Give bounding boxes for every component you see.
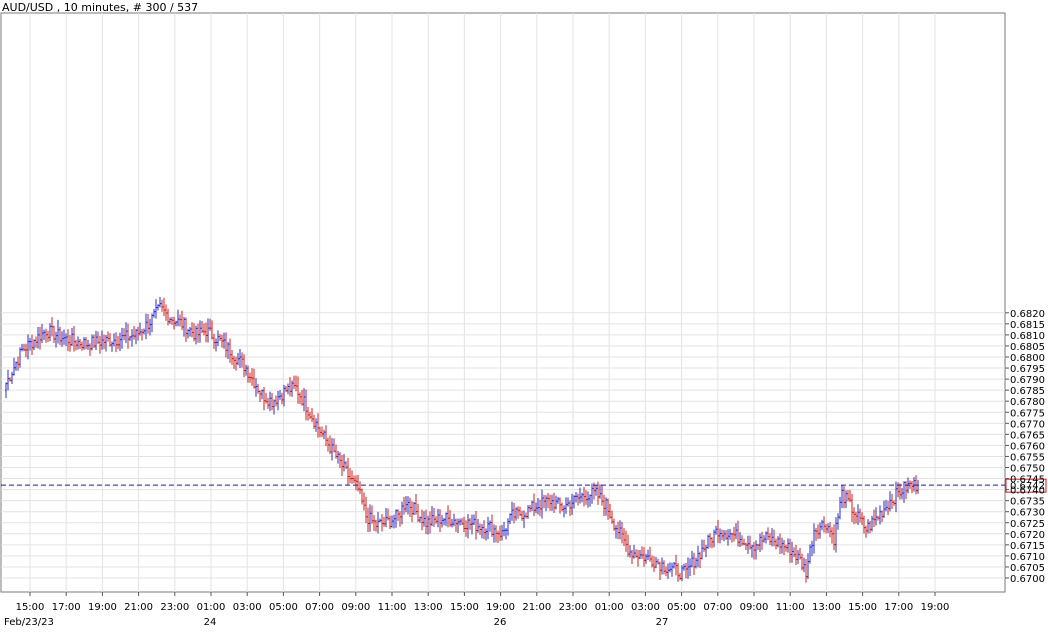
y-tick-label: 0.6750 [1010, 464, 1045, 475]
x-tick-label: 09:00 [740, 602, 769, 613]
y-tick-label: 0.6715 [1010, 541, 1045, 552]
x-tick-label: 17:00 [884, 602, 913, 613]
y-tick-label: 0.6805 [1010, 342, 1045, 353]
chart-window: AUD/USD , 10 minutes, # 300 / 537 0.6742… [0, 0, 1048, 632]
y-tick-label: 0.6730 [1010, 508, 1045, 519]
x-tick-label: 11:00 [378, 602, 407, 613]
y-tick-label: 0.6810 [1010, 331, 1045, 342]
x-tick-label: 01:00 [595, 602, 624, 613]
y-tick-label: 0.6770 [1010, 419, 1045, 430]
date-label: 24 [204, 617, 217, 628]
y-tick-label: 0.6755 [1010, 452, 1045, 463]
y-tick-label: 0.6700 [1010, 574, 1045, 585]
x-tick-label: 23:00 [559, 602, 588, 613]
date-label: 26 [494, 617, 507, 628]
y-tick-label: 0.6760 [1010, 441, 1045, 452]
x-tick-label: 21:00 [522, 602, 551, 613]
y-tick-label: 0.6800 [1010, 353, 1045, 364]
x-tick-label: 21:00 [124, 602, 153, 613]
x-tick-label: 13:00 [812, 602, 841, 613]
chart-title: AUD/USD , 10 minutes, # 300 / 537 [2, 1, 199, 14]
y-tick-label: 0.6820 [1010, 309, 1045, 320]
y-tick-label: 0.6705 [1010, 563, 1045, 574]
x-tick-label: 11:00 [776, 602, 805, 613]
y-tick-label: 0.6780 [1010, 397, 1045, 408]
y-tick-label: 0.6745 [1010, 475, 1045, 486]
x-tick-label: 19:00 [921, 602, 950, 613]
x-tick-label: 15:00 [16, 602, 45, 613]
x-tick-label: 05:00 [667, 602, 696, 613]
x-tick-label: 03:00 [631, 602, 660, 613]
price-axis: 0.67000.67050.67100.67150.67200.67250.67… [1005, 309, 1045, 585]
aud-usd-ohlc-chart[interactable]: 0.6742 0.67000.67050.67100.67150.67200.6… [0, 0, 1048, 632]
x-tick-label: 07:00 [703, 602, 732, 613]
x-tick-label: 17:00 [52, 602, 81, 613]
x-tick-label: 05:00 [269, 602, 298, 613]
x-tick-label: 09:00 [341, 602, 370, 613]
x-tick-label: 19:00 [88, 602, 117, 613]
x-tick-label: 19:00 [486, 602, 515, 613]
y-tick-label: 0.6735 [1010, 497, 1045, 508]
date-label: Feb/23/23 [4, 617, 54, 628]
x-tick-label: 03:00 [233, 602, 262, 613]
y-tick-label: 0.6740 [1010, 486, 1045, 497]
y-tick-label: 0.6815 [1010, 320, 1045, 331]
x-tick-label: 23:00 [160, 602, 189, 613]
x-tick-label: 15:00 [450, 602, 479, 613]
y-tick-label: 0.6725 [1010, 519, 1045, 530]
y-tick-label: 0.6775 [1010, 408, 1045, 419]
y-tick-label: 0.6785 [1010, 386, 1045, 397]
y-tick-label: 0.6720 [1010, 530, 1045, 541]
x-tick-label: 13:00 [414, 602, 443, 613]
date-label: 27 [656, 617, 669, 628]
y-tick-label: 0.6765 [1010, 430, 1045, 441]
y-tick-label: 0.6795 [1010, 364, 1045, 375]
x-tick-label: 07:00 [305, 602, 334, 613]
y-tick-label: 0.6790 [1010, 375, 1045, 386]
plot-area-border [0, 12, 1006, 593]
y-tick-label: 0.6710 [1010, 552, 1045, 563]
x-tick-label: 01:00 [197, 602, 226, 613]
x-tick-label: 15:00 [848, 602, 877, 613]
